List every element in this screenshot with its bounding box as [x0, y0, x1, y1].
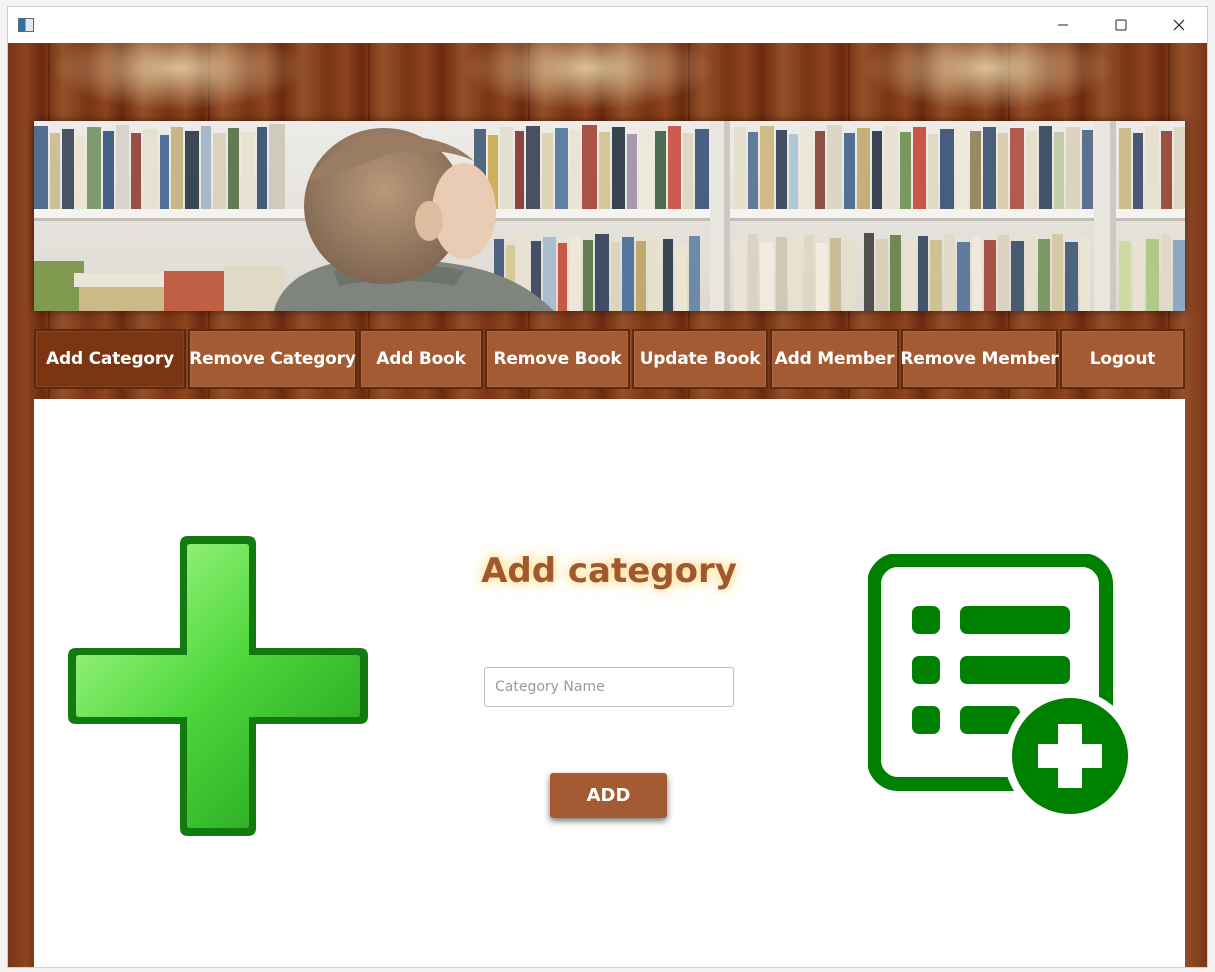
maximize-button[interactable]	[1092, 7, 1150, 43]
nav-add-category-button[interactable]: Add Category	[34, 329, 186, 389]
title-bar	[8, 7, 1207, 43]
minimize-button[interactable]	[1034, 7, 1092, 43]
nav-add-book-button[interactable]: Add Book	[359, 329, 483, 389]
list-add-icon	[868, 554, 1130, 816]
nav-add-member-button[interactable]: Add Member	[770, 329, 899, 389]
main-nav: Add Category Remove Category Add Book Re…	[34, 329, 1185, 391]
nav-logout-button[interactable]: Logout	[1060, 329, 1185, 389]
maximize-icon	[1115, 19, 1127, 31]
wood-background: Add Category Remove Category Add Book Re…	[8, 43, 1207, 967]
minimize-icon	[1058, 24, 1068, 26]
category-name-input[interactable]	[484, 667, 734, 707]
close-icon	[1173, 19, 1185, 31]
nav-remove-category-button[interactable]: Remove Category	[188, 329, 357, 389]
nav-remove-member-button[interactable]: Remove Member	[900, 329, 1059, 389]
library-banner-image	[34, 121, 1185, 311]
close-button[interactable]	[1150, 7, 1207, 43]
app-icon	[18, 18, 34, 32]
add-category-panel: Add category ADD	[34, 399, 1185, 967]
nav-remove-book-button[interactable]: Remove Book	[485, 329, 630, 389]
app-window: Add Category Remove Category Add Book Re…	[7, 6, 1208, 968]
add-button[interactable]: ADD	[550, 773, 667, 818]
nav-update-book-button[interactable]: Update Book	[632, 329, 768, 389]
page-title: Add category	[481, 551, 737, 591]
bookshelf-illustration	[34, 121, 1185, 311]
plus-icon	[68, 536, 368, 836]
